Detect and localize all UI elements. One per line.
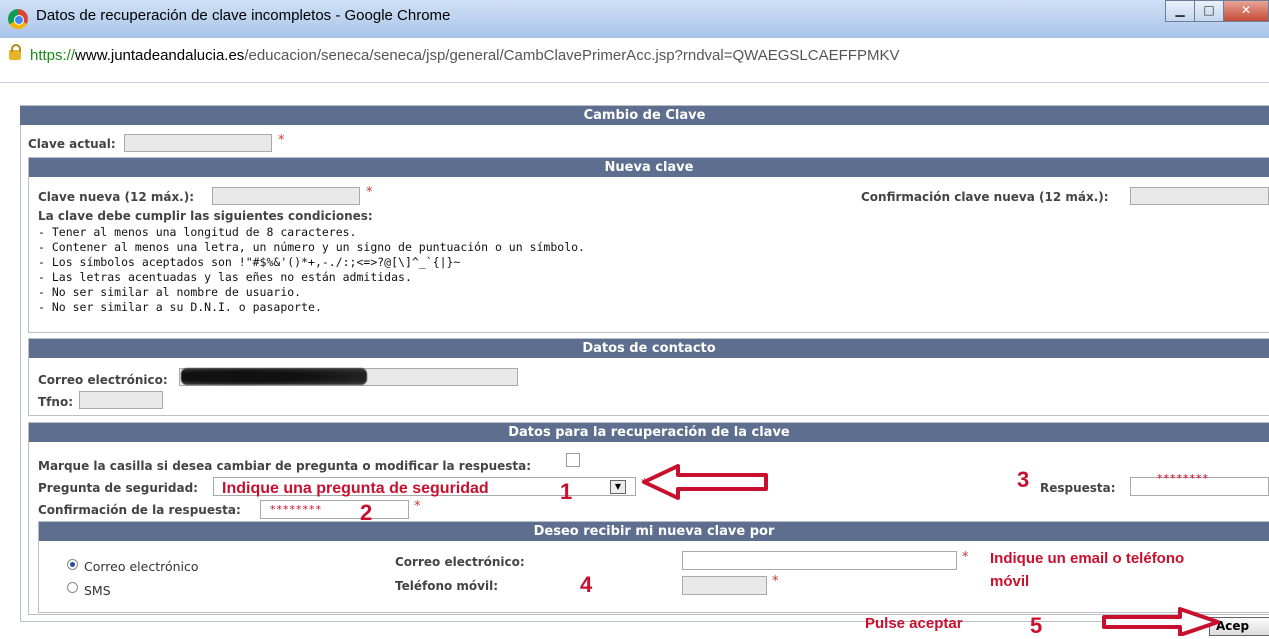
main-header: Cambio de Clave	[20, 106, 1269, 125]
contact-header: Datos de contacto	[29, 339, 1269, 358]
window-title: Datos de recuperación de clave incomplet…	[36, 7, 451, 24]
url-domain: www.juntadeandalucia.es	[75, 47, 245, 64]
current-password-label: Clave actual:	[28, 137, 116, 151]
annotation-step-5: 5	[1030, 613, 1043, 638]
minimize-button[interactable]: ▁	[1165, 0, 1195, 22]
rule-item: - No ser similar al nombre de usuario.	[38, 285, 302, 299]
url-scheme: https://	[30, 47, 76, 64]
answer-value: ********	[1157, 472, 1209, 485]
window-controls: ▁ □ ✕	[1165, 0, 1269, 24]
radio-email-label[interactable]: Correo electrónico	[84, 559, 199, 574]
security-question-label: Pregunta de seguridad:	[38, 481, 198, 495]
answer-label: Respuesta:	[1040, 481, 1116, 495]
required-mark: *	[772, 574, 779, 589]
rule-item: - Las letras acentuadas y las eñes no es…	[38, 270, 412, 284]
close-button[interactable]: ✕	[1223, 0, 1269, 22]
chevron-down-icon[interactable]: ▼	[610, 480, 626, 494]
delivery-email-label: Correo electrónico:	[395, 555, 525, 569]
recovery-header: Datos para la recuperación de la clave	[29, 423, 1269, 442]
annotation-email-phone-line1: Indique un email o teléfono	[990, 550, 1185, 567]
confirm-new-password-label: Confirmación clave nueva (12 máx.):	[861, 190, 1109, 204]
confirm-new-password-input[interactable]	[1130, 187, 1269, 205]
rule-item: - Los símbolos aceptados son !"#$%&'()*+…	[38, 255, 461, 269]
annotation-step-1: 1	[560, 479, 573, 504]
mobile-phone-input[interactable]	[682, 576, 767, 595]
url-path: /educacion/seneca/seneca/jsp/general/Cam…	[244, 47, 900, 64]
arrow-left-icon	[642, 464, 768, 500]
new-password-header: Nueva clave	[29, 158, 1269, 177]
maximize-button[interactable]: □	[1194, 0, 1224, 22]
rule-item: - Tener al menos una longitud de 8 carac…	[38, 225, 357, 239]
change-question-checkbox[interactable]	[566, 453, 580, 467]
rules-title: La clave debe cumplir las siguientes con…	[38, 209, 373, 223]
redacted-email	[181, 368, 367, 385]
radio-sms-label[interactable]: SMS	[84, 583, 111, 598]
url-text[interactable]: https://www.juntadeandalucia.es/educacio…	[30, 47, 899, 64]
change-question-label: Marque la casilla si desea cambiar de pr…	[38, 459, 532, 473]
mobile-phone-label: Teléfono móvil:	[395, 579, 499, 593]
password-rules: - Tener al menos una longitud de 8 carac…	[38, 225, 585, 315]
new-password-input[interactable]	[212, 187, 360, 205]
contact-phone-input[interactable]	[79, 391, 163, 409]
annotation-step-4: 4	[580, 572, 593, 597]
annotation-email-phone-line2: móvil	[990, 573, 1030, 590]
annotation-step-3: 3	[1017, 467, 1030, 492]
annotation-press-accept: Pulse aceptar	[865, 615, 963, 632]
current-password-input[interactable]	[124, 134, 272, 152]
arrow-right-icon	[1102, 607, 1220, 636]
annotation-step-2: 2	[360, 500, 373, 525]
delivery-header: Deseo recibir mi nueva clave por	[39, 522, 1269, 541]
delivery-email-input[interactable]	[682, 551, 957, 570]
rule-item: - No ser similar a su D.N.I. o pasaporte…	[38, 300, 322, 314]
contact-phone-label: Tfno:	[38, 395, 73, 409]
lock-icon	[9, 44, 21, 60]
radio-sms[interactable]	[67, 582, 78, 593]
new-password-label: Clave nueva (12 máx.):	[38, 190, 195, 204]
required-mark: *	[278, 133, 285, 148]
radio-email[interactable]	[67, 559, 78, 570]
confirm-answer-value: ********	[270, 503, 322, 516]
required-mark: *	[414, 499, 421, 514]
confirm-answer-label: Confirmación de la respuesta:	[38, 503, 241, 517]
rule-item: - Contener al menos una letra, un número…	[38, 240, 585, 254]
contact-email-label: Correo electrónico:	[38, 373, 168, 387]
required-mark: *	[366, 185, 373, 200]
required-mark: *	[962, 550, 969, 565]
chrome-logo-icon	[8, 9, 28, 29]
security-question-value: Indique una pregunta de seguridad	[222, 480, 489, 497]
